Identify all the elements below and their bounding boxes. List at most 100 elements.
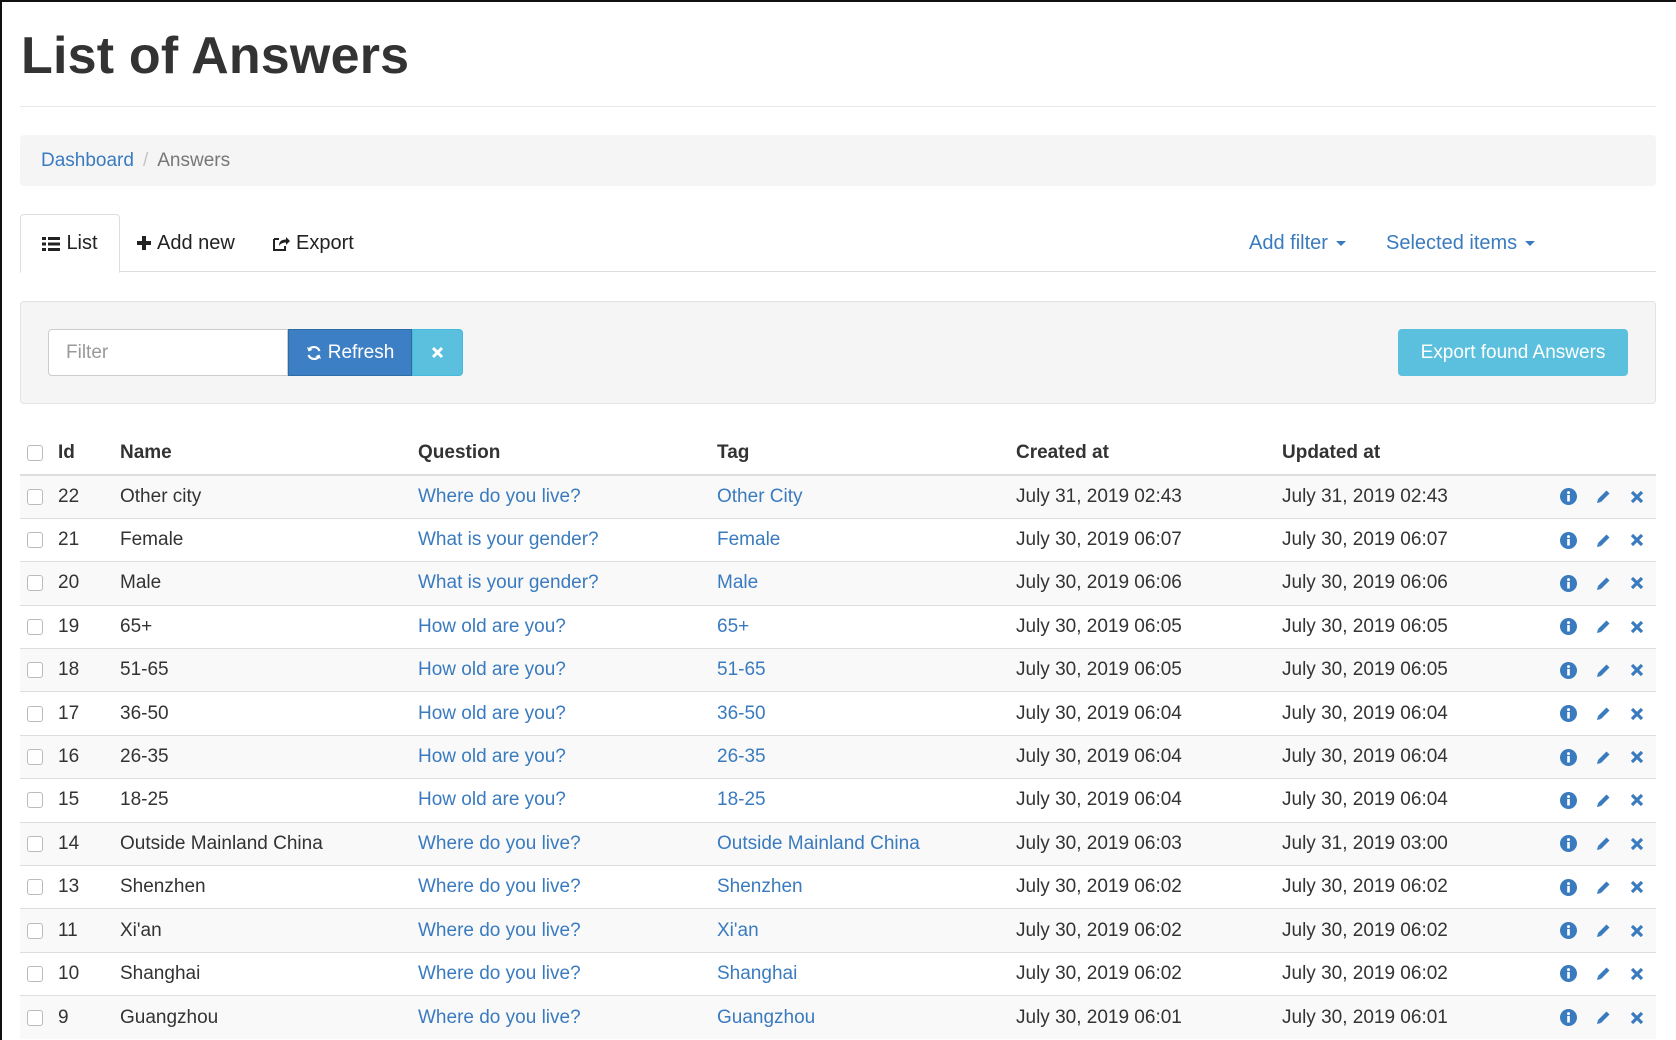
- row-checkbox[interactable]: [27, 922, 43, 939]
- tag-link[interactable]: Guangzhou: [717, 1007, 815, 1028]
- info-icon[interactable]: [1560, 705, 1577, 723]
- row-checkbox[interactable]: [27, 532, 43, 549]
- row-checkbox[interactable]: [27, 1009, 43, 1026]
- question-link[interactable]: What is your gender?: [418, 529, 599, 550]
- tag-link[interactable]: 18-25: [717, 789, 766, 810]
- pencil-icon[interactable]: [1595, 488, 1612, 505]
- row-checkbox[interactable]: [27, 705, 43, 722]
- row-checkbox[interactable]: [27, 749, 43, 766]
- tab-list[interactable]: List: [20, 214, 120, 273]
- cell-actions: [1552, 821, 1656, 866]
- tab-add-new[interactable]: Add new: [137, 214, 235, 272]
- question-link[interactable]: Where do you live?: [418, 876, 581, 897]
- info-icon[interactable]: [1560, 531, 1577, 549]
- info-icon[interactable]: [1560, 791, 1577, 809]
- tab-export[interactable]: Export: [272, 214, 354, 272]
- export-found-button[interactable]: Export found Answers: [1398, 329, 1628, 376]
- question-link[interactable]: What is your gender?: [418, 572, 599, 593]
- info-icon[interactable]: [1560, 661, 1577, 679]
- breadcrumb-dashboard-link[interactable]: Dashboard: [41, 150, 134, 172]
- pencil-icon[interactable]: [1595, 575, 1612, 592]
- refresh-button[interactable]: Refresh: [288, 329, 412, 376]
- row-checkbox[interactable]: [27, 879, 43, 896]
- header-updated-at[interactable]: Updated at: [1282, 432, 1552, 476]
- row-checkbox[interactable]: [27, 662, 43, 679]
- delete-icon[interactable]: [1630, 663, 1644, 677]
- delete-icon[interactable]: [1630, 750, 1644, 764]
- tag-link[interactable]: 65+: [717, 616, 749, 637]
- header-id[interactable]: Id: [58, 432, 120, 476]
- delete-icon[interactable]: [1630, 837, 1644, 851]
- row-checkbox[interactable]: [27, 488, 43, 505]
- delete-icon[interactable]: [1630, 620, 1644, 634]
- cell-name: Outside Mainland China: [120, 821, 418, 866]
- tag-link[interactable]: 26-35: [717, 746, 766, 767]
- question-link[interactable]: How old are you?: [418, 659, 566, 680]
- delete-icon[interactable]: [1630, 924, 1644, 938]
- cell-tag: Guangzhou: [717, 995, 1016, 1040]
- delete-icon[interactable]: [1630, 707, 1644, 721]
- delete-icon[interactable]: [1630, 967, 1644, 981]
- info-icon[interactable]: [1560, 618, 1577, 636]
- question-link[interactable]: Where do you live?: [418, 963, 581, 984]
- question-link[interactable]: How old are you?: [418, 703, 566, 724]
- pencil-icon[interactable]: [1595, 835, 1612, 852]
- row-checkbox[interactable]: [27, 835, 43, 852]
- row-checkbox[interactable]: [27, 618, 43, 635]
- pencil-icon[interactable]: [1595, 618, 1612, 635]
- select-all-checkbox[interactable]: [27, 444, 43, 461]
- info-icon[interactable]: [1560, 488, 1577, 506]
- pencil-icon[interactable]: [1595, 1009, 1612, 1026]
- info-icon[interactable]: [1560, 878, 1577, 896]
- add-filter-dropdown[interactable]: Add filter: [1249, 214, 1346, 272]
- info-icon[interactable]: [1560, 965, 1577, 983]
- info-icon[interactable]: [1560, 574, 1577, 592]
- question-link[interactable]: Where do you live?: [418, 486, 581, 507]
- question-link[interactable]: Where do you live?: [418, 920, 581, 941]
- tag-link[interactable]: Shanghai: [717, 963, 797, 984]
- pencil-icon[interactable]: [1595, 662, 1612, 679]
- pencil-icon[interactable]: [1595, 879, 1612, 896]
- cell-tag: 36-50: [717, 691, 1016, 736]
- row-checkbox[interactable]: [27, 575, 43, 592]
- question-link[interactable]: Where do you live?: [418, 833, 581, 854]
- question-link[interactable]: How old are you?: [418, 789, 566, 810]
- add-filter-label: Add filter: [1249, 231, 1328, 254]
- tag-link[interactable]: Xi'an: [717, 920, 759, 941]
- pencil-icon[interactable]: [1595, 749, 1612, 766]
- tag-link[interactable]: 51-65: [717, 659, 766, 680]
- pencil-icon[interactable]: [1595, 922, 1612, 939]
- delete-icon[interactable]: [1630, 793, 1644, 807]
- delete-icon[interactable]: [1630, 1011, 1644, 1025]
- tag-link[interactable]: Female: [717, 529, 780, 550]
- selected-items-dropdown[interactable]: Selected items: [1386, 214, 1536, 272]
- row-checkbox[interactable]: [27, 965, 43, 982]
- delete-icon[interactable]: [1630, 880, 1644, 894]
- filter-input[interactable]: [48, 329, 288, 376]
- tag-link[interactable]: Other City: [717, 486, 803, 507]
- question-link[interactable]: How old are you?: [418, 616, 566, 637]
- delete-icon[interactable]: [1630, 533, 1644, 547]
- header-question[interactable]: Question: [418, 432, 717, 476]
- info-icon[interactable]: [1560, 922, 1577, 940]
- pencil-icon[interactable]: [1595, 705, 1612, 722]
- pencil-icon[interactable]: [1595, 965, 1612, 982]
- question-link[interactable]: Where do you live?: [418, 1007, 581, 1028]
- info-icon[interactable]: [1560, 1009, 1577, 1027]
- delete-icon[interactable]: [1630, 576, 1644, 590]
- header-created-at[interactable]: Created at: [1016, 432, 1282, 476]
- info-icon[interactable]: [1560, 835, 1577, 853]
- question-link[interactable]: How old are you?: [418, 746, 566, 767]
- header-tag[interactable]: Tag: [717, 432, 1016, 476]
- tag-link[interactable]: Shenzhen: [717, 876, 803, 897]
- delete-icon[interactable]: [1630, 490, 1644, 504]
- row-checkbox[interactable]: [27, 792, 43, 809]
- tag-link[interactable]: Outside Mainland China: [717, 833, 920, 854]
- tag-link[interactable]: Male: [717, 572, 758, 593]
- pencil-icon[interactable]: [1595, 792, 1612, 809]
- clear-filter-button[interactable]: [412, 329, 463, 376]
- pencil-icon[interactable]: [1595, 532, 1612, 549]
- tag-link[interactable]: 36-50: [717, 703, 766, 724]
- header-name[interactable]: Name: [120, 432, 418, 476]
- info-icon[interactable]: [1560, 748, 1577, 766]
